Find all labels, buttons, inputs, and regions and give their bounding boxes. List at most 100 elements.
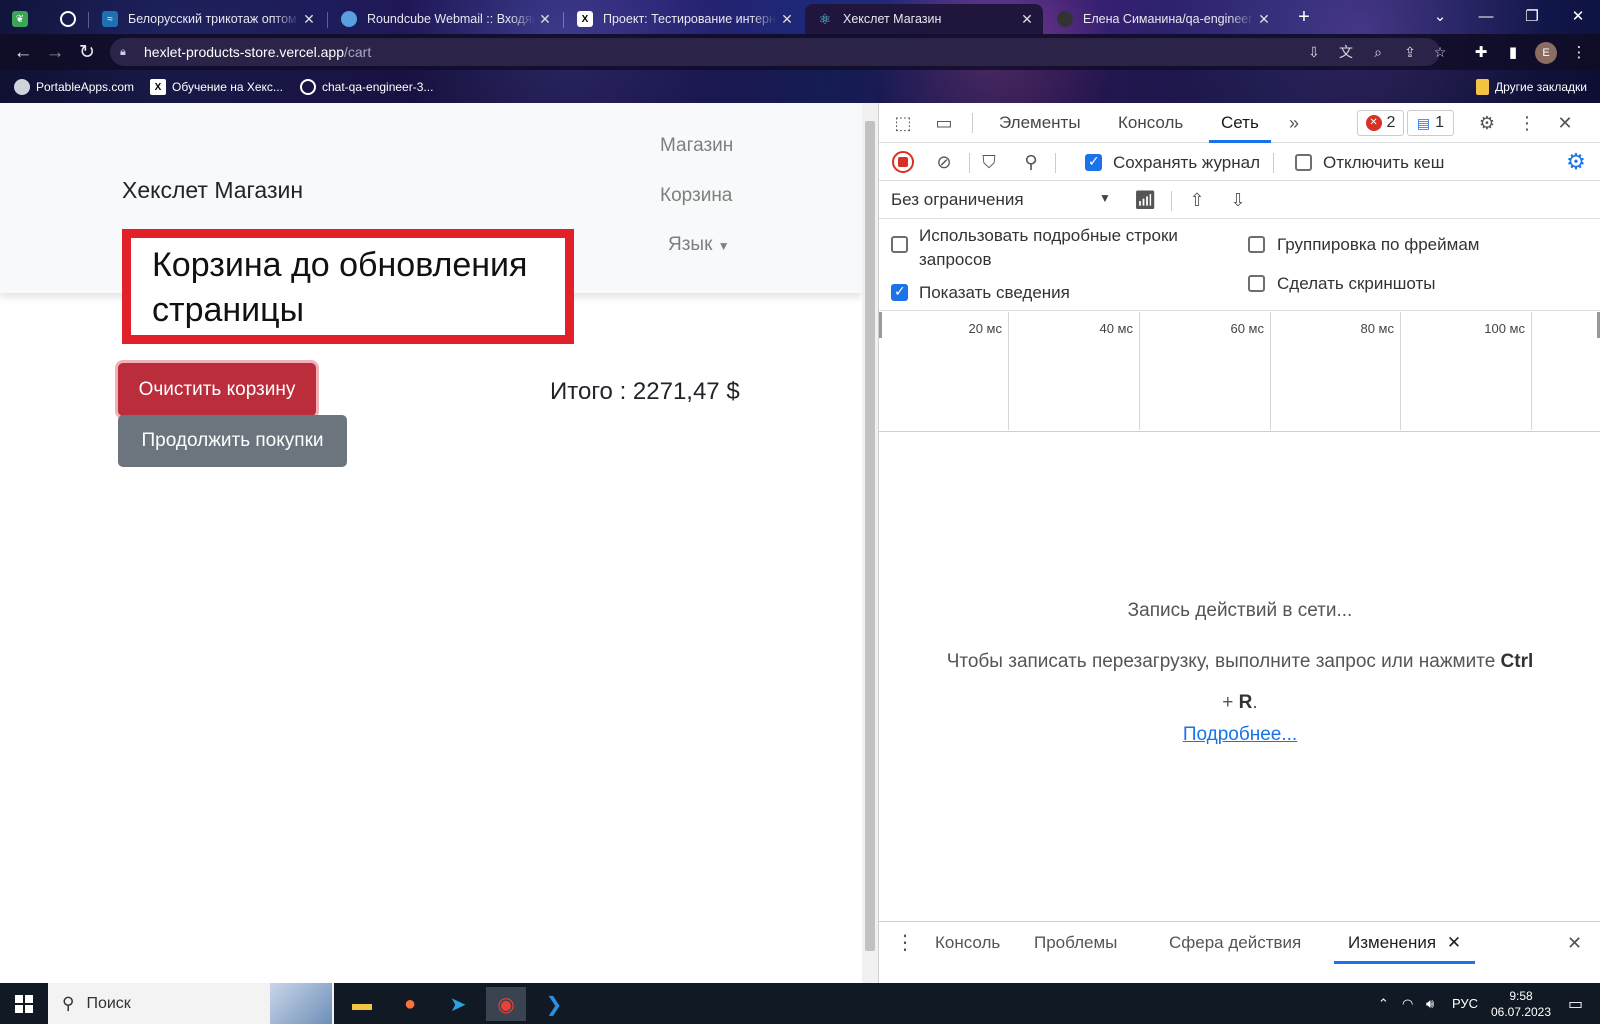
clear-cart-button[interactable]: Очистить корзину	[118, 363, 316, 416]
forward-button[interactable]: →	[42, 40, 68, 66]
drawer-tab-changes[interactable]: Изменения ✕	[1334, 922, 1476, 964]
notifications-icon[interactable]: ▭	[1568, 983, 1583, 1024]
back-button[interactable]: ←	[10, 40, 36, 66]
tab-hexlet-shop[interactable]: ⚛ Хекслет Магазин ✕	[805, 4, 1043, 34]
telegram-icon[interactable]: ➤	[438, 987, 478, 1021]
close-drawer-icon[interactable]: ✕	[1567, 922, 1582, 964]
group-by-frame-label: Группировка по фреймам	[1277, 235, 1480, 254]
zoom-icon[interactable]: ⌕	[1369, 43, 1387, 61]
extensions-icon[interactable]: ✚	[1470, 42, 1492, 64]
continue-shopping-button[interactable]: Продолжить покупки	[118, 415, 347, 467]
tab-elements[interactable]: Элементы	[999, 103, 1081, 143]
tab-network[interactable]: Сеть	[1209, 103, 1271, 143]
network-settings-gear-icon[interactable]: ⚙	[1564, 150, 1588, 174]
import-har-icon[interactable]: ⇧	[1185, 188, 1209, 212]
network-icon[interactable]: ◠	[1402, 983, 1413, 1024]
start-button[interactable]	[4, 987, 44, 1021]
error-icon: ✕	[1365, 115, 1382, 131]
inspect-element-icon[interactable]: ⬚	[891, 111, 915, 135]
screenshots-checkbox[interactable]	[1248, 275, 1265, 292]
screenshots-label: Сделать скриншоты	[1277, 274, 1436, 293]
nav-shop[interactable]: Магазин	[660, 135, 733, 157]
dropdown-arrow-icon: ▼	[1099, 191, 1111, 205]
timeline-tick: 100 мс	[1401, 312, 1532, 430]
big-rows-checkbox[interactable]	[891, 236, 908, 253]
messages-badge[interactable]: ▤ 1	[1407, 110, 1454, 136]
tab-roundcube[interactable]: Roundcube Webmail :: Входящие ✕	[329, 4, 561, 34]
nav-cart[interactable]: Корзина	[660, 185, 732, 207]
close-tab-icon[interactable]: ✕	[1254, 11, 1274, 28]
close-tab-icon[interactable]: ✕	[1447, 933, 1461, 952]
tab-pinned-1[interactable]: ❦	[0, 4, 48, 34]
search-icon[interactable]: ⚲	[1019, 150, 1043, 174]
translate-icon[interactable]: 文	[1337, 43, 1355, 61]
tab-project[interactable]: X Проект: Тестирование интернет ✕	[565, 4, 803, 34]
language-indicator[interactable]: РУС	[1452, 983, 1478, 1024]
drawer-tab-console[interactable]: Консоль	[935, 922, 1000, 964]
record-stop-icon[interactable]	[892, 151, 914, 173]
site-brand[interactable]: Хекслет Магазин	[122, 177, 303, 204]
group-by-frame-checkbox[interactable]	[1248, 236, 1265, 253]
preserve-log-checkbox[interactable]	[1085, 153, 1102, 171]
nav-language-dropdown[interactable]: Язык ▼	[668, 234, 730, 256]
disable-cache-checkbox[interactable]	[1295, 154, 1312, 171]
share-icon[interactable]: ⇪	[1401, 43, 1419, 61]
drawer-tab-issues[interactable]: Проблемы	[1034, 922, 1117, 964]
address-bar[interactable]: 🔒︎ hexlet-products-store.vercel.app/cart	[110, 38, 1440, 66]
tab-github[interactable]: Елена Симанина/qa-engineer-p ✕	[1045, 4, 1280, 34]
browser-toolbar: ← → ↻ 🔒︎ hexlet-products-store.vercel.ap…	[0, 34, 1600, 70]
errors-badge[interactable]: ✕ 2	[1357, 110, 1404, 136]
scrollbar-thumb[interactable]	[865, 121, 875, 951]
tab-console[interactable]: Консоль	[1118, 103, 1183, 143]
drawer-tab-coverage[interactable]: Сфера действия	[1169, 922, 1301, 964]
preserve-log-label: Сохранять журнал	[1113, 153, 1260, 172]
caret-down-icon: ▼	[717, 239, 730, 253]
throttling-select[interactable]: Без ограничения ▼	[891, 190, 1111, 210]
close-tab-icon[interactable]: ✕	[299, 11, 319, 28]
volume-icon[interactable]: 🔊︎	[1426, 983, 1434, 1024]
bookmark-star-icon[interactable]: ☆	[1431, 43, 1449, 61]
device-toolbar-icon[interactable]: ▭	[932, 111, 956, 135]
clock[interactable]: 9:58 06.07.2023	[1486, 983, 1556, 1024]
other-bookmarks[interactable]: Другие закладки	[1476, 77, 1587, 97]
close-window-button[interactable]: ✕	[1558, 4, 1598, 30]
install-icon[interactable]: ⇩	[1305, 43, 1323, 61]
menu-dots-icon[interactable]: ⋮	[1568, 42, 1590, 64]
network-overview-timeline[interactable]: 20 мс 40 мс 60 мс 80 мс 100 мс	[879, 312, 1600, 432]
export-har-icon[interactable]: ⇩	[1226, 188, 1250, 212]
drawer-menu-icon[interactable]: ⋮	[895, 922, 915, 964]
network-conditions-icon[interactable]: 📶︎	[1133, 188, 1157, 212]
firefox-icon[interactable]: ●	[390, 987, 430, 1021]
bookmark-portableapps[interactable]: PortableApps.com	[14, 77, 134, 97]
close-tab-icon[interactable]: ✕	[535, 11, 555, 28]
bookmark-hexlet[interactable]: X Обучение на Хекс...	[150, 77, 283, 97]
settings-gear-icon[interactable]: ⚙	[1475, 111, 1499, 135]
tray-chevron-icon[interactable]: ⌃	[1378, 983, 1389, 1024]
customize-menu-icon[interactable]: ⋮	[1515, 111, 1539, 135]
side-panel-icon[interactable]: ▮	[1502, 42, 1524, 64]
clear-log-icon[interactable]: ⊘	[932, 150, 956, 174]
new-tab-button[interactable]: +	[1284, 4, 1324, 30]
more-tabs-icon[interactable]: »	[1282, 111, 1306, 135]
message-icon: ▤	[1416, 114, 1431, 131]
network-settings-pane: Использовать подробные строки запросов П…	[879, 219, 1600, 311]
tab-pinned-2[interactable]	[48, 4, 86, 34]
chrome-icon[interactable]: ◉	[486, 987, 526, 1021]
page-scrollbar[interactable]	[862, 103, 878, 983]
close-devtools-icon[interactable]: ✕	[1553, 111, 1577, 135]
show-overview-checkbox[interactable]	[891, 283, 908, 301]
close-tab-icon[interactable]: ✕	[1017, 11, 1037, 28]
file-explorer-icon[interactable]: ▬	[342, 987, 382, 1021]
close-tab-icon[interactable]: ✕	[777, 11, 797, 28]
bookmark-chat[interactable]: chat-qa-engineer-3...	[300, 77, 433, 97]
learn-more-link[interactable]: Подробнее...	[879, 724, 1600, 746]
tab-knitwear[interactable]: ≈ Белорусский трикотаж оптом и ✕	[90, 4, 325, 34]
filter-icon[interactable]: ⛉	[977, 150, 1001, 174]
minimize-button[interactable]: —	[1466, 4, 1506, 30]
reload-button[interactable]: ↻	[74, 40, 100, 66]
restore-button[interactable]: ❐	[1512, 4, 1552, 30]
taskbar-search[interactable]: ⚲ Поиск	[48, 983, 334, 1024]
vscode-icon[interactable]: ❯	[534, 987, 574, 1021]
profile-avatar[interactable]: E	[1535, 42, 1557, 64]
tab-search-icon[interactable]: ⌄	[1420, 4, 1460, 30]
